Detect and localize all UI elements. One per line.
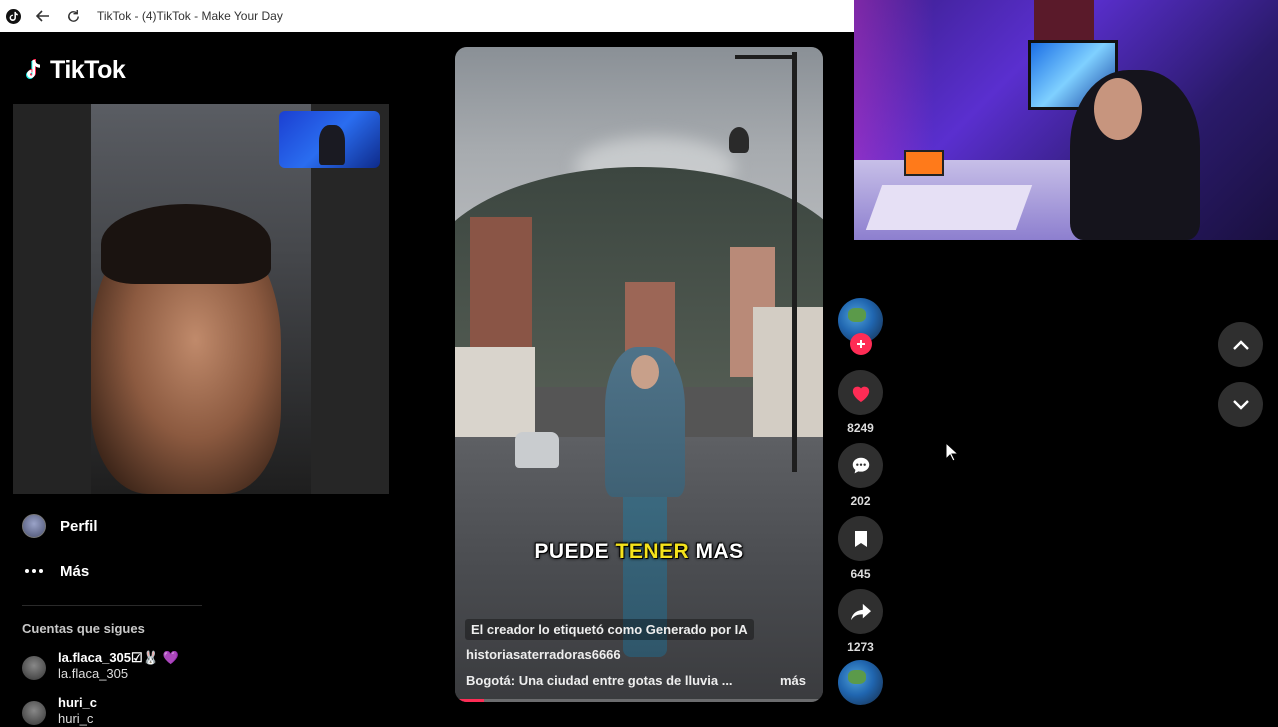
globe-land xyxy=(848,670,866,684)
nav-item-more[interactable]: Más xyxy=(22,559,89,583)
tiktok-logo[interactable]: TikTok xyxy=(22,56,126,85)
comment-button[interactable]: 202 xyxy=(838,443,883,508)
video-lamp-head xyxy=(729,127,749,153)
nav-item-label: Perfil xyxy=(60,517,98,535)
back-arrow-icon[interactable] xyxy=(35,8,51,24)
main-video-player[interactable]: PUEDE TENER MAS El creador lo etiquetó c… xyxy=(455,47,823,702)
save-count: 645 xyxy=(850,567,871,581)
account-name: la.flaca_305☑🐰 💜 xyxy=(58,650,179,665)
share-arrow-icon xyxy=(850,603,871,620)
bookmark-icon xyxy=(854,530,867,547)
globe-land xyxy=(848,308,866,322)
like-count: 8249 xyxy=(847,421,874,435)
chevron-up-icon xyxy=(1232,339,1249,350)
video-progress-bar[interactable] xyxy=(455,699,823,702)
video-progress-fill xyxy=(455,699,485,702)
caption-pre: PUEDE xyxy=(534,540,616,563)
previous-video-button[interactable] xyxy=(1218,322,1263,367)
video-girl-face xyxy=(631,355,659,389)
video-author[interactable]: historiasaterradoras6666 xyxy=(466,647,621,662)
account-avatar xyxy=(22,701,46,725)
chevron-down-icon xyxy=(1232,399,1249,410)
like-circle xyxy=(838,370,883,415)
video-car xyxy=(515,432,559,468)
logo-text: TikTok xyxy=(50,56,126,84)
share-button[interactable]: 1273 xyxy=(838,589,883,654)
caption-post: MAS xyxy=(689,540,744,563)
streamer-webcam xyxy=(854,0,1278,240)
ai-generated-label[interactable]: El creador lo etiquetó como Generado por… xyxy=(465,619,754,640)
share-count: 1273 xyxy=(847,640,874,654)
more-dots-icon xyxy=(22,559,46,583)
video-description: Bogotá: Una ciudad entre gotas de lluvia… xyxy=(466,673,733,688)
comment-count: 202 xyxy=(850,494,871,508)
sound-disc xyxy=(838,660,883,705)
nav-item-profile[interactable]: Perfil xyxy=(22,514,98,538)
video-caption-overlay: PUEDE TENER MAS xyxy=(455,540,823,564)
caption-highlight: TENER xyxy=(615,540,690,563)
account-avatar xyxy=(22,656,46,680)
window-titlebar: TikTok - (4)TikTok - Make Your Day xyxy=(0,0,854,32)
webcam-face xyxy=(1094,78,1142,140)
sound-disc-button[interactable] xyxy=(838,660,883,705)
webcam-keyboard xyxy=(865,185,1033,230)
tiktok-note-icon xyxy=(26,58,40,79)
account-name: huri_c xyxy=(58,695,98,710)
mouse-cursor-icon xyxy=(945,441,960,467)
follow-plus-button[interactable] xyxy=(850,333,872,355)
pip-person xyxy=(319,125,345,165)
video-lamp-post xyxy=(792,52,797,472)
tiktok-app-icon xyxy=(5,8,21,24)
comment-icon xyxy=(852,457,869,473)
sidebar-divider xyxy=(22,605,202,606)
video-lamp-arm xyxy=(735,55,795,59)
account-subname: huri_c xyxy=(58,711,94,726)
person-hair xyxy=(101,204,271,284)
following-section-title: Cuentas que sigues xyxy=(22,621,145,636)
comment-circle xyxy=(838,443,883,488)
webcam-led-display xyxy=(904,150,944,176)
following-account-item[interactable]: huri_c huri_c xyxy=(22,695,97,727)
window-title: TikTok - (4)TikTok - Make Your Day xyxy=(97,9,283,23)
video-side-band xyxy=(13,104,91,494)
webcam-shelf xyxy=(1034,0,1094,40)
picture-in-picture xyxy=(279,111,380,168)
share-circle xyxy=(838,589,883,634)
next-video-button[interactable] xyxy=(1218,382,1263,427)
left-preview-video[interactable] xyxy=(13,104,389,494)
account-subname: la.flaca_305 xyxy=(58,666,129,681)
profile-avatar xyxy=(22,514,46,538)
save-button[interactable]: 645 xyxy=(838,516,883,581)
description-more-link[interactable]: más xyxy=(780,673,806,688)
reload-icon[interactable] xyxy=(65,8,81,24)
following-account-item[interactable]: la.flaca_305☑🐰 💜 la.flaca_305 xyxy=(22,650,179,682)
nav-item-label: Más xyxy=(60,562,90,580)
heart-icon xyxy=(852,386,869,402)
save-circle xyxy=(838,516,883,561)
like-button[interactable]: 8249 xyxy=(838,370,883,435)
